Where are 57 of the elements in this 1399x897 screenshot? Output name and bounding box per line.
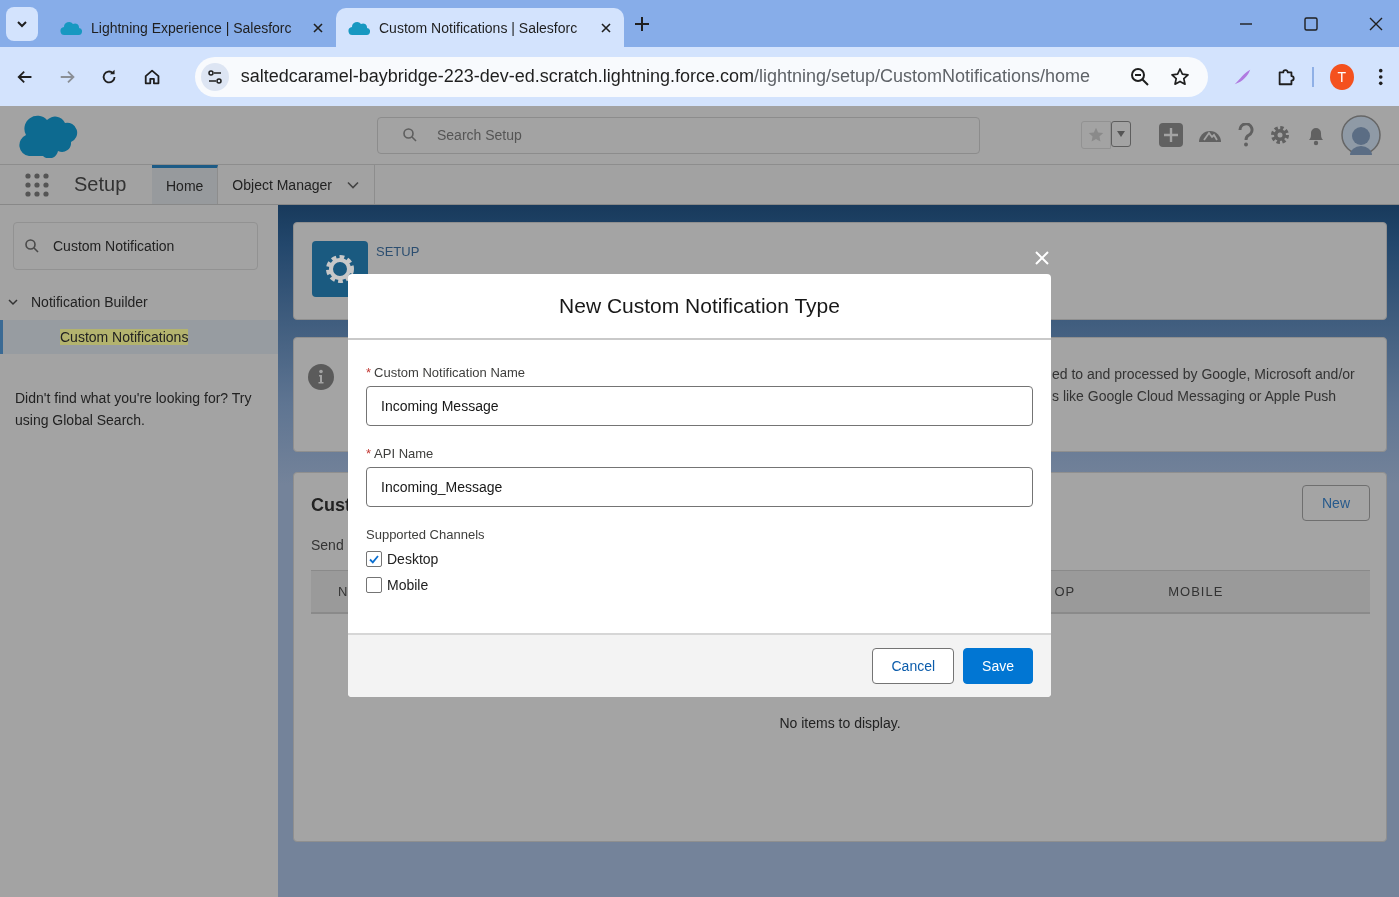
browser-tab[interactable]: Lightning Experience | Salesforc	[48, 8, 336, 47]
column-header[interactable]: MOBILE	[1168, 584, 1224, 599]
tree-item[interactable]: Notification Builder	[7, 292, 258, 312]
close-icon[interactable]	[600, 21, 612, 34]
field-label: Supported Channels	[366, 527, 486, 542]
help-icon[interactable]	[1237, 123, 1255, 147]
browser-tab[interactable]: Custom Notifications | Salesforc	[336, 8, 624, 47]
help-text: Didn't find what you're looking for? Try using Global Search.	[15, 389, 253, 430]
cancel-button[interactable]: Cancel	[872, 648, 955, 684]
cloud-icon	[60, 19, 82, 36]
zoom-out-icon[interactable]	[1130, 66, 1151, 87]
search-icon	[402, 127, 418, 143]
star-icon	[1087, 126, 1105, 144]
close-icon[interactable]	[1368, 15, 1384, 32]
tree-item[interactable]: Custom Notifications	[0, 320, 278, 354]
profile-avatar[interactable]: T	[1329, 63, 1354, 90]
more-icon[interactable]	[1377, 66, 1383, 87]
card-subtitle: Send	[311, 537, 345, 553]
required-mark: *	[366, 365, 372, 380]
text-field[interactable]: Incoming Message	[366, 386, 1033, 426]
tab-search-button[interactable]	[6, 6, 38, 41]
chevron-icon	[7, 296, 19, 308]
cloud-icon	[348, 19, 370, 36]
settings-icon[interactable]	[1269, 124, 1291, 146]
field-label: Custom Notification Name	[374, 365, 526, 380]
nav-tab[interactable]: Home	[152, 165, 219, 204]
address-bar[interactable]: saltedcaramel-baybridge-223-dev-ed.scratch.lightning.force.com/lightning/setup/CustomNotifications/home	[194, 56, 1209, 97]
column-header[interactable]: N	[338, 584, 349, 599]
search-icon	[24, 238, 40, 254]
star-icon[interactable]	[1170, 66, 1191, 87]
save-button[interactable]: Save	[963, 648, 1033, 684]
field-label: API Name	[374, 446, 434, 461]
info-icon	[308, 364, 334, 390]
maximize-icon[interactable]	[1303, 15, 1319, 32]
banner-text: ed to and processed by Google, Microsoft and/or	[1052, 365, 1356, 384]
favorites-menu-button[interactable]	[1111, 121, 1131, 147]
app-launcher-icon[interactable]	[25, 172, 49, 197]
checkbox[interactable]	[366, 551, 382, 567]
url-text: saltedcaramel-baybridge-223-dev-ed.scratch.lightning.force.com/lightning/setup/CustomNotifications/home	[240, 66, 1091, 87]
close-icon[interactable]	[312, 21, 324, 34]
nav-tab[interactable]: Object Manager	[218, 165, 375, 204]
app-name: Setup	[74, 173, 128, 196]
banner-text: s like Google Cloud Messaging or Apple Push	[1052, 387, 1338, 406]
text-field[interactable]: Incoming_Message	[366, 467, 1033, 507]
new-tab-icon[interactable]	[634, 15, 650, 32]
checkbox-label: Mobile	[387, 577, 429, 593]
required-mark: *	[366, 446, 372, 461]
column-header[interactable]: OP	[1054, 584, 1076, 599]
add-icon[interactable]	[1159, 123, 1183, 147]
empty-message: No items to display.	[778, 715, 902, 731]
caret-icon	[1116, 130, 1126, 138]
page-eyebrow: SETUP	[376, 244, 420, 259]
checkbox-label: Desktop	[387, 551, 439, 567]
checkbox[interactable]	[366, 577, 382, 593]
quick-find-field[interactable]: Custom Notification	[13, 222, 258, 270]
modal-title: New Custom Notification Type	[559, 294, 840, 318]
site-settings-icon[interactable]	[200, 62, 229, 91]
